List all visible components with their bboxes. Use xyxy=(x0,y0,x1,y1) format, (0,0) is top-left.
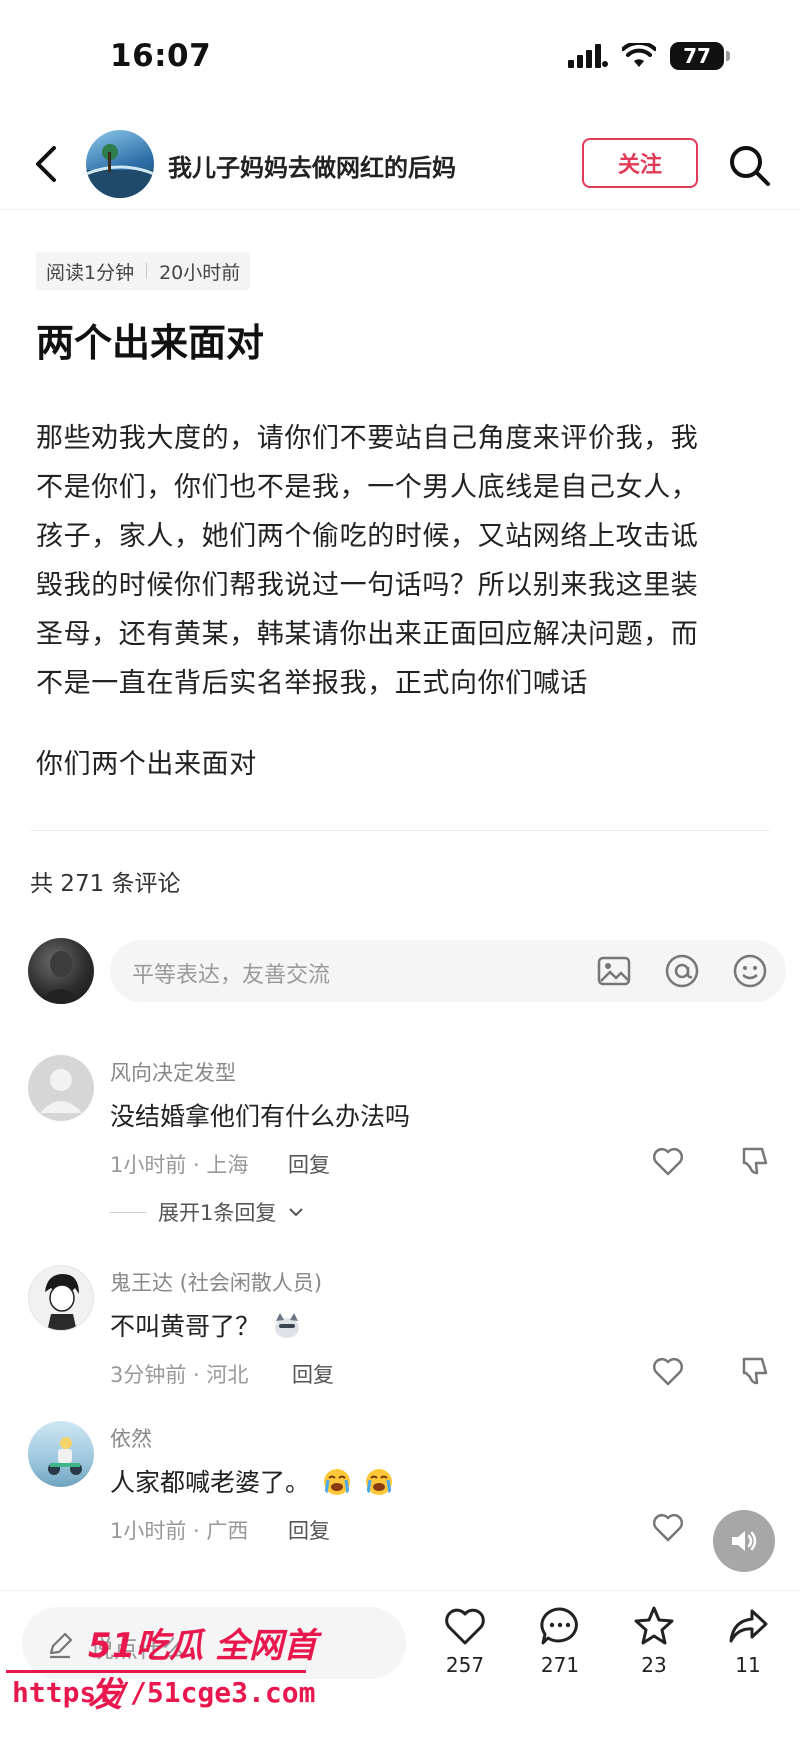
chevron-down-icon xyxy=(289,1208,304,1217)
comment-input[interactable]: 平等表达，友善交流 xyxy=(110,940,786,1002)
comment-author[interactable]: 依然 xyxy=(110,1423,152,1453)
reply-button[interactable]: 回复 xyxy=(292,1359,334,1389)
comment-input-placeholder: 平等表达，友善交流 xyxy=(132,963,331,988)
dislike-icon[interactable] xyxy=(736,1353,772,1389)
comment-count: 共 271 条评论 xyxy=(30,871,181,897)
like-button[interactable]: 257 xyxy=(425,1605,505,1677)
battery-indicator: 77 xyxy=(670,42,730,70)
body-line: 孩子，家人，她们两个偷吃的时候，又站网络上攻击诋 xyxy=(36,521,699,552)
article-title: 两个出来面对 xyxy=(36,321,265,365)
like-count: 257 xyxy=(445,1653,485,1677)
comment-meta: 3分钟前 · 河北 xyxy=(110,1363,249,1387)
favorite-count: 23 xyxy=(641,1653,667,1677)
comment-author[interactable]: 鬼王达 (社会闲散人员) xyxy=(110,1267,322,1297)
post-time: 20小时前 xyxy=(159,261,241,284)
dislike-icon[interactable] xyxy=(736,1143,772,1179)
comment-text-content: 不叫黄哥了？ xyxy=(110,1312,261,1341)
status-time: 16:07 xyxy=(110,38,212,74)
signal-icon xyxy=(568,44,608,68)
comment-avatar[interactable] xyxy=(28,1265,94,1331)
battery-level: 77 xyxy=(683,44,711,68)
emoji-icon[interactable] xyxy=(732,953,768,989)
watermark: 51吃瓜 全网首发 https://51cge3.com xyxy=(0,1618,330,1739)
reply-button[interactable]: 回复 xyxy=(288,1515,330,1545)
comment-meta: 1小时前 · 广西 xyxy=(110,1519,249,1543)
crying-emoji-icon xyxy=(365,1469,392,1495)
comment-avatar[interactable] xyxy=(28,1055,94,1121)
sound-button[interactable] xyxy=(713,1510,775,1572)
body-line: 毁我的时候你们帮我说过一句话吗？所以别来我这里装 xyxy=(36,570,699,601)
back-icon xyxy=(36,146,56,182)
expand-replies-button[interactable]: 展开1条回复 xyxy=(110,1197,304,1227)
image-icon[interactable] xyxy=(596,953,632,989)
star-icon xyxy=(634,1606,674,1645)
divider xyxy=(30,830,770,831)
comment-text: 不叫黄哥了？ xyxy=(110,1307,302,1343)
comment-button[interactable]: 271 xyxy=(520,1605,600,1677)
heart-icon xyxy=(445,1608,485,1645)
at-icon[interactable] xyxy=(664,953,700,989)
status-indicators: 77 xyxy=(568,42,730,70)
comment-author[interactable]: 风向决定发型 xyxy=(110,1057,236,1087)
back-button[interactable] xyxy=(24,142,68,186)
author-avatar[interactable] xyxy=(86,130,154,198)
crying-emoji-icon xyxy=(323,1469,350,1495)
article-meta: 阅读1分钟 20小时前 xyxy=(36,252,251,290)
status-bar: 16:07 77 xyxy=(0,0,800,110)
heart-icon[interactable] xyxy=(650,1353,686,1389)
comment-text: 没结婚拿他们有什么办法吗 xyxy=(110,1102,411,1131)
body-line: 那些劝我大度的，请你们不要站自己角度来评价我，我 xyxy=(36,423,699,454)
body-line: 不是一直在背后实名举报我，正式向你们喊话 xyxy=(36,668,588,699)
dog-emoji-icon xyxy=(274,1313,299,1338)
article-header: 我儿子妈妈去做网红的后妈 关注 xyxy=(0,120,800,210)
share-icon xyxy=(729,1609,768,1643)
comment-text: 人家都喊老婆了。 xyxy=(110,1463,394,1499)
search-icon xyxy=(730,146,770,186)
speaker-icon xyxy=(732,1531,757,1551)
comment-total: 271 xyxy=(540,1653,580,1677)
watermark-url: https://51cge3.com xyxy=(12,1676,316,1709)
article-body: 那些劝我大度的，请你们不要站自己角度来评价我，我 不是你们，你们也不是我，一个男… xyxy=(36,414,766,708)
wifi-icon xyxy=(622,43,656,67)
comment-text-content: 人家都喊老婆了。 xyxy=(110,1468,311,1497)
favorite-button[interactable]: 23 xyxy=(614,1605,694,1677)
my-avatar xyxy=(28,938,94,1004)
heart-icon[interactable] xyxy=(650,1143,686,1179)
follow-button[interactable]: 关注 xyxy=(582,138,698,188)
search-button[interactable] xyxy=(726,142,774,190)
body-line: 不是你们，你们也不是我，一个男人底线是自己女人， xyxy=(36,472,699,503)
comment-avatar[interactable] xyxy=(28,1421,94,1487)
reply-button[interactable]: 回复 xyxy=(288,1149,330,1179)
share-button[interactable]: 11 xyxy=(708,1605,788,1677)
article-closing: 你们两个出来面对 xyxy=(36,749,257,780)
read-time: 阅读1分钟 xyxy=(46,261,135,284)
heart-icon[interactable] xyxy=(650,1509,686,1545)
comment-meta: 1小时前 · 上海 xyxy=(110,1153,249,1177)
share-count: 11 xyxy=(735,1653,761,1677)
comment-icon xyxy=(540,1607,578,1645)
author-name[interactable]: 我儿子妈妈去做网红的后妈 xyxy=(168,148,456,183)
body-line: 圣母，还有黄某，韩某请你出来正面回应解决问题，而 xyxy=(36,619,699,650)
expand-replies-label: 展开1条回复 xyxy=(158,1201,277,1225)
